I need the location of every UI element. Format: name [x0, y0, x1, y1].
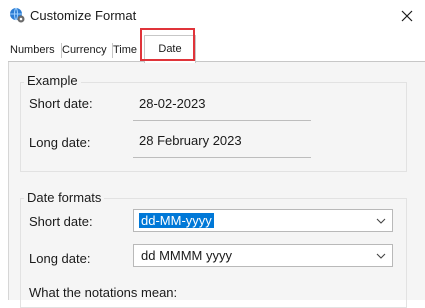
- example-long-date-value: 28 February 2023: [139, 133, 242, 148]
- format-long-date-label: Long date:: [29, 251, 91, 266]
- short-date-format-combobox[interactable]: dd-MM-yyyy: [133, 209, 393, 232]
- globe-settings-icon: [10, 7, 25, 23]
- tab-date-highlight-box: [140, 28, 195, 61]
- date-formats-group-title: Date formats: [24, 190, 105, 205]
- tab-strip: Numbers Currency Time Date: [0, 32, 425, 63]
- short-date-format-value: dd-MM-yyyy: [139, 213, 214, 228]
- long-date-format-combobox[interactable]: dd MMMM yyyy: [133, 244, 393, 267]
- tab-numbers[interactable]: Numbers: [10, 39, 61, 61]
- example-long-date-underline: [133, 157, 311, 158]
- close-button[interactable]: [389, 0, 425, 32]
- notations-meaning-label: What the notations mean:: [29, 285, 178, 300]
- format-short-date-label: Short date:: [29, 214, 93, 229]
- close-icon: [401, 10, 413, 22]
- tab-time[interactable]: Time: [113, 39, 140, 61]
- example-short-date-value: 28-02-2023: [139, 96, 206, 111]
- example-group-title: Example: [24, 73, 81, 88]
- example-short-date-underline: [133, 120, 311, 121]
- long-date-format-value: dd MMMM yyyy: [141, 248, 232, 263]
- title-bar: Customize Format: [0, 0, 425, 32]
- example-short-date-label: Short date:: [29, 96, 93, 111]
- chevron-down-icon[interactable]: [376, 216, 386, 226]
- tab-currency[interactable]: Currency: [62, 39, 112, 61]
- window-title: Customize Format: [30, 8, 137, 23]
- chevron-down-icon[interactable]: [376, 251, 386, 261]
- example-long-date-label: Long date:: [29, 135, 91, 150]
